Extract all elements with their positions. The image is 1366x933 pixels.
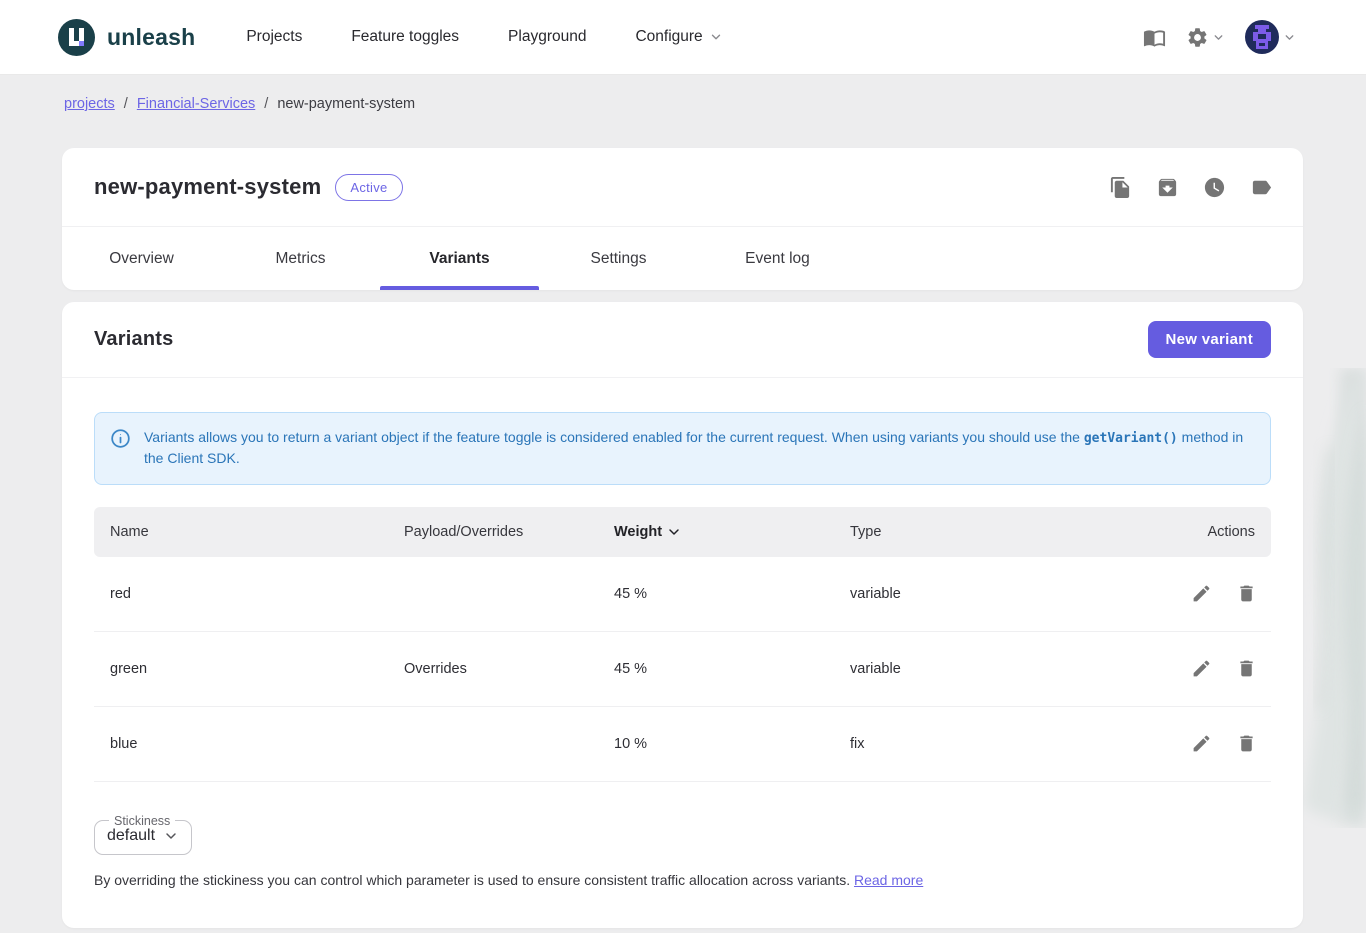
tab-metrics[interactable]: Metrics: [221, 227, 380, 290]
gear-icon: [1186, 26, 1209, 49]
variants-table: Name Payload/Overrides Weight Type Actio…: [94, 507, 1271, 782]
weight-sort-icon: [666, 524, 682, 540]
col-header-name: Name: [94, 524, 388, 540]
delete-variant-icon[interactable]: [1236, 583, 1257, 604]
breadcrumb-separator: /: [124, 96, 128, 112]
breadcrumb-projects[interactable]: projects: [64, 96, 115, 112]
edit-variant-icon[interactable]: [1191, 658, 1212, 679]
variant-name: green: [94, 661, 388, 677]
table-row: blue 10 % fix: [94, 707, 1271, 782]
col-header-type: Type: [834, 524, 1143, 540]
stale-clock-icon[interactable]: [1203, 176, 1226, 199]
breadcrumb: projects / Financial-Services / new-paym…: [62, 75, 1303, 112]
variant-name: red: [94, 586, 388, 602]
chevron-down-icon: [709, 30, 723, 44]
table-row: red 45 % variable: [94, 557, 1271, 632]
read-more-link[interactable]: Read more: [854, 872, 923, 888]
weight-header-label: Weight: [614, 524, 662, 540]
edit-variant-icon[interactable]: [1191, 583, 1212, 604]
nav-feature-toggles[interactable]: Feature toggles: [351, 28, 459, 46]
variant-weight: 45 %: [598, 661, 834, 677]
tab-variants[interactable]: Variants: [380, 227, 539, 290]
info-icon: [110, 428, 131, 449]
archive-feature-icon[interactable]: [1156, 176, 1179, 199]
edit-variant-icon[interactable]: [1191, 733, 1212, 754]
col-header-payload-overrides: Payload/Overrides: [388, 524, 598, 540]
appbar-right: [1143, 20, 1296, 54]
variant-weight: 45 %: [598, 586, 834, 602]
tag-icon[interactable]: [1250, 176, 1273, 199]
settings-gear-menu[interactable]: [1186, 26, 1225, 49]
documentation-book-icon[interactable]: [1143, 26, 1166, 49]
variants-info-alert: Variants allows you to return a variant …: [94, 412, 1271, 485]
tab-overview[interactable]: Overview: [62, 227, 221, 290]
variant-type: variable: [834, 586, 1143, 602]
nav-projects[interactable]: Projects: [246, 28, 302, 46]
copy-feature-icon[interactable]: [1109, 176, 1132, 199]
variants-card: Variants New variant Variants allows you…: [62, 302, 1303, 928]
app-header: unleash Projects Feature toggles Playgro…: [0, 0, 1366, 75]
unleash-logo-icon: [58, 19, 95, 56]
breadcrumb-current: new-payment-system: [277, 96, 415, 112]
brand-name: unleash: [107, 24, 195, 51]
variant-weight: 10 %: [598, 736, 834, 752]
main-nav: Projects Feature toggles Playground Conf…: [246, 28, 722, 46]
status-badge: Active: [335, 174, 402, 201]
alert-text: Variants allows you to return a variant …: [144, 427, 1254, 469]
variant-type: fix: [834, 736, 1143, 752]
new-variant-button[interactable]: New variant: [1148, 321, 1272, 358]
table-header-row: Name Payload/Overrides Weight Type Actio…: [94, 507, 1271, 557]
col-header-weight[interactable]: Weight: [598, 524, 834, 540]
alert-text-part1: Variants allows you to return a variant …: [144, 429, 1084, 445]
unleash-logo[interactable]: unleash: [58, 19, 195, 56]
stickiness-select[interactable]: Stickiness default: [94, 814, 192, 855]
breadcrumb-separator: /: [264, 96, 268, 112]
tab-event-log[interactable]: Event log: [698, 227, 857, 290]
chevron-down-icon: [1283, 31, 1296, 44]
feature-header-card: new-payment-system Active Overview Metri…: [62, 148, 1303, 290]
chevron-down-icon: [1212, 31, 1225, 44]
variant-payload: Overrides: [388, 661, 598, 677]
variants-section-title: Variants: [94, 328, 173, 351]
chevron-down-icon: [163, 828, 179, 844]
nav-configure[interactable]: Configure: [635, 28, 722, 46]
variant-name: blue: [94, 736, 388, 752]
table-row: green Overrides 45 % variable: [94, 632, 1271, 707]
feature-tabs: Overview Metrics Variants Settings Event…: [62, 227, 1303, 290]
stickiness-label: Stickiness: [109, 814, 175, 828]
stickiness-value: default: [107, 827, 155, 845]
tab-settings[interactable]: Settings: [539, 227, 698, 290]
user-menu[interactable]: [1245, 20, 1296, 54]
delete-variant-icon[interactable]: [1236, 658, 1257, 679]
delete-variant-icon[interactable]: [1236, 733, 1257, 754]
variant-type: variable: [834, 661, 1143, 677]
feature-title: new-payment-system: [94, 174, 321, 200]
nav-configure-label: Configure: [635, 28, 702, 46]
nav-playground[interactable]: Playground: [508, 28, 586, 46]
stickiness-helper-text: By overriding the stickiness you can con…: [94, 872, 1271, 888]
breadcrumb-project[interactable]: Financial-Services: [137, 96, 255, 112]
col-header-actions: Actions: [1143, 524, 1271, 540]
avatar: [1245, 20, 1279, 54]
alert-code: getVariant(): [1084, 431, 1178, 446]
helper-text: By overriding the stickiness you can con…: [94, 872, 854, 888]
